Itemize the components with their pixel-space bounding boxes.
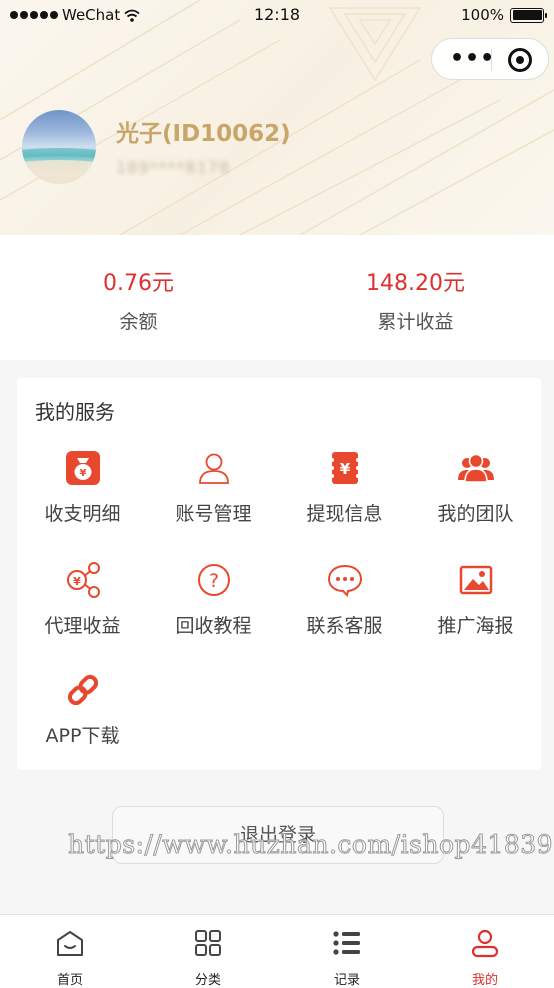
svg-text:¥: ¥ [73,575,81,588]
service-account-management[interactable]: 账号管理 [148,448,279,526]
battery-percent: 100% [461,6,504,24]
profile-header: WeChat 12:18 100% ••• 光子(ID10062) 189***… [0,0,554,235]
share-yen-icon: ¥ [66,562,100,598]
service-label: 代理收益 [44,615,121,637]
service-promo-poster[interactable]: 推广海报 [410,560,541,638]
svg-text:¥: ¥ [339,460,350,478]
service-label: 联系客服 [306,615,383,637]
service-label: 提现信息 [306,503,383,525]
team-icon [457,453,494,483]
service-my-team[interactable]: 我的团队 [410,448,541,526]
bottom-tab-bar: 首页 分类 记录 我的 [0,914,554,988]
tab-mine[interactable]: 我的 [416,927,554,988]
username: 光子(ID10062) [116,121,291,147]
services-title: 我的服务 [35,400,115,424]
home-icon [57,931,83,956]
tab-label: 首页 [56,973,83,988]
balance-value: 0.76元 [103,271,174,296]
user-icon [198,453,229,484]
service-recycle-tutorial[interactable]: ? 回收教程 [148,560,279,638]
service-label: 推广海报 [437,615,514,637]
total-earnings-stat[interactable]: 148.20元 累计收益 [277,265,554,334]
tab-category[interactable]: 分类 [139,927,277,988]
tab-label: 我的 [471,973,498,988]
balance-label: 余额 [119,311,158,333]
close-target-icon[interactable] [508,48,532,72]
service-label: 回收教程 [175,615,252,637]
capsule-divider [491,49,492,71]
list-icon [333,931,360,955]
service-label: 账号管理 [175,503,252,525]
status-bar: WeChat 12:18 100% [0,0,554,32]
battery-icon [510,7,547,23]
service-label: 收支明细 [44,503,121,525]
avatar[interactable] [22,110,96,184]
tab-records[interactable]: 记录 [278,927,416,988]
link-icon [67,674,98,706]
grid-icon [195,930,221,956]
services-card: 我的服务 ¥ 收支明细 账号管理 ¥ 提现信息 我的团队 ¥ 代理收益 ? 回收… [17,378,541,770]
total-earnings-label: 累计收益 [377,311,454,333]
svg-text:?: ? [208,570,218,592]
more-dots-icon[interactable]: ••• [450,48,494,70]
total-earnings-value: 148.20元 [366,271,465,296]
chat-icon [327,564,362,597]
service-label: 我的团队 [437,503,514,525]
tab-label: 记录 [333,973,360,988]
avatar-image [22,148,96,184]
service-app-download[interactable]: APP下载 [17,670,148,748]
tab-label: 分类 [194,973,221,988]
profile-icon [471,929,499,958]
service-income-details[interactable]: ¥ 收支明细 [17,448,148,526]
earnings-summary: 0.76元 余额 148.20元 累计收益 [0,235,554,360]
question-icon: ? [197,564,230,596]
phone-number: 189****8178 [116,158,231,177]
service-withdraw-info[interactable]: ¥ 提现信息 [279,448,410,526]
tab-home[interactable]: 首页 [1,927,139,988]
service-agent-earnings[interactable]: ¥ 代理收益 [17,560,148,638]
balance-stat[interactable]: 0.76元 余额 [0,265,277,334]
mini-program-capsule: ••• [431,38,549,80]
service-label: APP下载 [45,725,120,747]
image-icon [459,565,492,595]
watermark-text: https://www.huzhan.com/ishop41839 [67,830,554,860]
money-bag-icon: ¥ [65,451,100,485]
yen-card-icon: ¥ [329,452,360,484]
battery-info: 100% [461,6,547,24]
svg-text:¥: ¥ [79,468,86,479]
service-contact-support[interactable]: 联系客服 [279,560,410,638]
